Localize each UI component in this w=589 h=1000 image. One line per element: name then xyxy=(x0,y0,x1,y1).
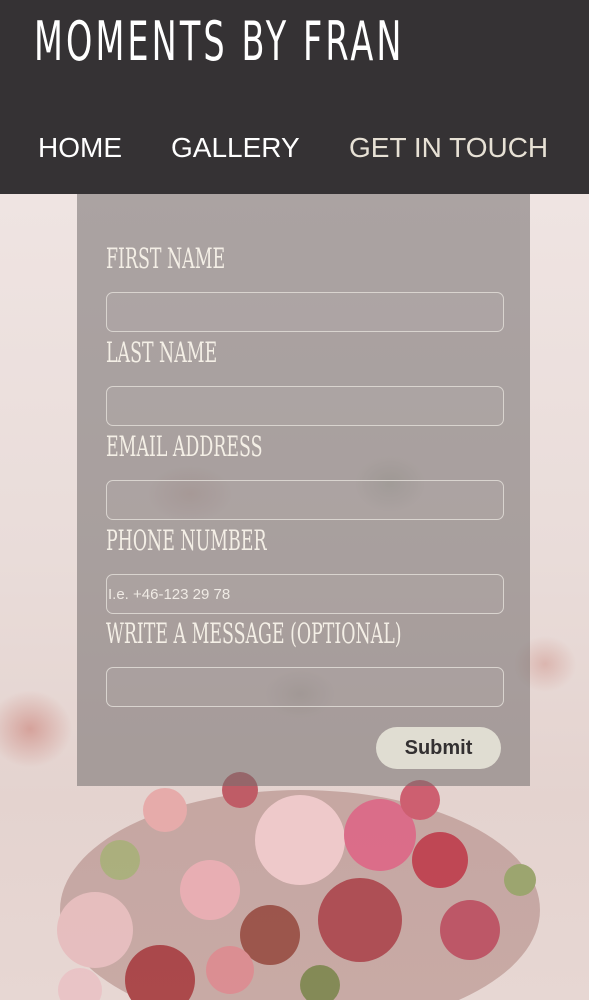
email-address-input[interactable] xyxy=(106,480,504,520)
message-input[interactable] xyxy=(106,667,504,707)
site-header: MOMENTS BY FRAN HOME GALLERY GET IN TOUC… xyxy=(0,0,589,194)
submit-button[interactable]: Submit xyxy=(376,727,501,769)
message-label: Write a message (optional) xyxy=(106,617,402,650)
first-name-label: First Name xyxy=(106,242,226,275)
phone-number-input[interactable] xyxy=(106,574,504,614)
nav-gallery-link[interactable]: GALLERY xyxy=(171,132,300,164)
nav-home-link[interactable]: HOME xyxy=(38,132,122,164)
phone-number-label: Phone Number xyxy=(106,524,267,557)
nav-get-in-touch-link[interactable]: GET IN TOUCH xyxy=(349,132,548,164)
first-name-input[interactable] xyxy=(106,292,504,332)
main-nav: HOME GALLERY GET IN TOUCH xyxy=(0,132,589,172)
last-name-input[interactable] xyxy=(106,386,504,426)
site-logo[interactable]: MOMENTS BY FRAN xyxy=(34,10,405,73)
email-address-label: Email Address xyxy=(106,430,263,463)
last-name-label: Last Name xyxy=(106,336,218,369)
